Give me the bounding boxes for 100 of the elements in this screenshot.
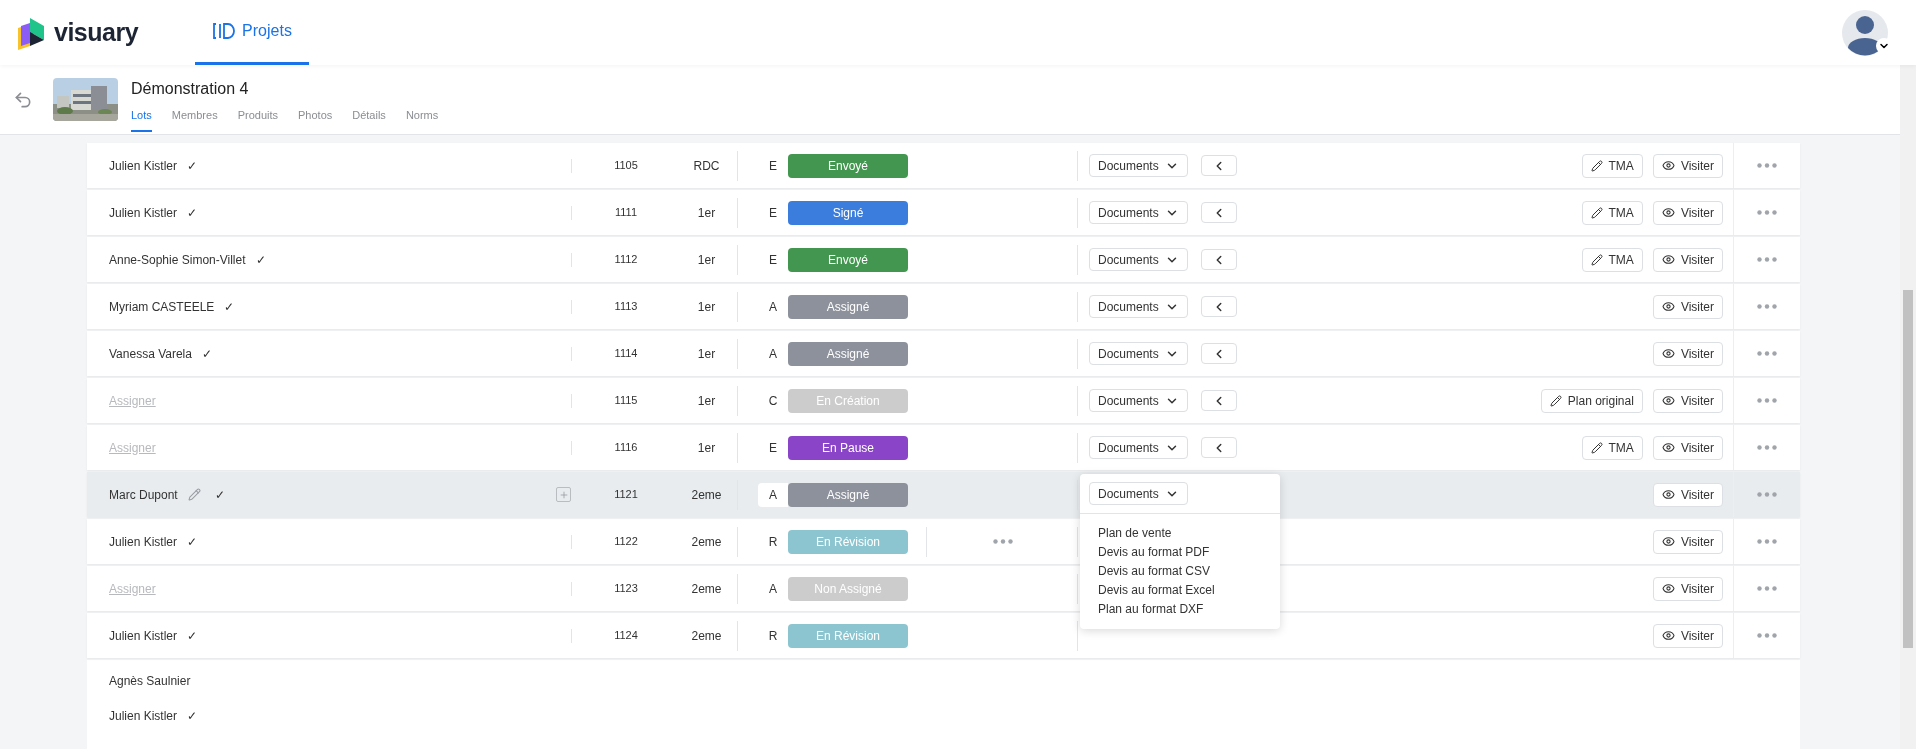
collapse-button[interactable]: [1200, 343, 1237, 364]
pencil-icon: [1590, 253, 1603, 266]
documents-dropdown[interactable]: Documents: [1089, 436, 1188, 459]
eye-icon: [1661, 347, 1675, 360]
status-badge: Envoyé: [788, 153, 908, 178]
documents-dropdown[interactable]: Documents: [1089, 248, 1188, 271]
documents-dropdown[interactable]: Documents: [1089, 295, 1188, 318]
more-icon[interactable]: [1757, 633, 1777, 638]
lot-number: 1123: [614, 582, 638, 595]
menu-item[interactable]: Devis au format Excel: [1098, 581, 1280, 600]
eye-icon: [1661, 488, 1675, 501]
eye-icon: [1661, 582, 1675, 595]
more-icon[interactable]: [1757, 257, 1777, 262]
status-badge: Envoyé: [788, 247, 908, 272]
documents-dropdown[interactable]: Documents: [1089, 154, 1188, 177]
lot-number: 1111: [615, 206, 637, 219]
check-mark: ✓: [187, 157, 198, 175]
add-icon[interactable]: [556, 487, 571, 502]
brackets-icon: [212, 22, 237, 40]
collapse-button[interactable]: [1200, 155, 1237, 176]
project-tab[interactable]: Détails: [352, 106, 386, 133]
more-icon[interactable]: [993, 539, 1013, 544]
table-row[interactable]: Julien Kistler ✓ 1111 1er E Signé Documents TMA Visiter: [87, 190, 1800, 235]
back-icon[interactable]: [13, 89, 33, 110]
collapse-button[interactable]: [1200, 249, 1237, 270]
visit-button[interactable]: Visiter: [1652, 247, 1723, 272]
visit-button[interactable]: Visiter: [1652, 153, 1723, 178]
pencil-icon[interactable]: [187, 488, 201, 501]
eye-icon: [1661, 253, 1675, 266]
menu-item[interactable]: Plan de vente: [1098, 524, 1280, 543]
pencil-icon: [1590, 441, 1603, 454]
menu-item[interactable]: Devis au format PDF: [1098, 543, 1280, 562]
documents-dropdown[interactable]: Documents: [1089, 482, 1188, 505]
status-badge: En Révision: [788, 623, 908, 648]
edit-button[interactable]: TMA: [1581, 200, 1643, 225]
check-mark: ✓: [187, 204, 198, 222]
lot-number: 1113: [614, 300, 638, 313]
status-letter: A: [758, 482, 788, 507]
status-badge: En Révision: [788, 529, 908, 554]
owner-name: Vanessa Varela: [109, 345, 192, 363]
visit-button[interactable]: Visiter: [1652, 623, 1723, 648]
floor-label: 1er: [697, 251, 716, 269]
owner-name: Julien Kistler: [109, 627, 178, 645]
edit-button[interactable]: TMA: [1581, 435, 1643, 460]
lot-number: 1122: [614, 535, 638, 548]
more-icon[interactable]: [1757, 398, 1777, 403]
more-icon[interactable]: [1757, 163, 1777, 168]
documents-dropdown[interactable]: Documents: [1089, 389, 1188, 412]
documents-dropdown[interactable]: Documents: [1089, 342, 1188, 365]
logo-text: visuary: [54, 16, 139, 48]
floor-label: 2eme: [691, 580, 722, 598]
project-tab[interactable]: Produits: [237, 106, 278, 133]
owner-name: Julien Kistler: [109, 708, 178, 725]
visit-button[interactable]: Visiter: [1652, 200, 1723, 225]
floor-label: 1er: [697, 298, 716, 316]
floor-label: 2eme: [691, 533, 722, 551]
collapse-button[interactable]: [1200, 437, 1237, 458]
edit-button[interactable]: TMA: [1581, 247, 1643, 272]
status-badge: En Pause: [788, 435, 908, 460]
more-icon[interactable]: [1757, 586, 1777, 591]
table-row[interactable]: Vanessa Varela ✓ 1114 1er A Assigné Documents Visiter: [87, 331, 1800, 376]
pencil-icon: [1590, 206, 1603, 219]
scrollbar[interactable]: [1900, 65, 1916, 749]
more-icon[interactable]: [1757, 492, 1777, 497]
project-tab[interactable]: Photos: [298, 106, 333, 133]
visit-button[interactable]: Visiter: [1652, 435, 1723, 460]
more-icon[interactable]: [1757, 445, 1777, 450]
project-title: Démonstration 4: [131, 78, 250, 99]
more-icon[interactable]: [1757, 539, 1777, 544]
edit-button[interactable]: TMA: [1581, 153, 1643, 178]
visit-button[interactable]: Visiter: [1652, 482, 1723, 507]
table-row[interactable]: Anne-Sophie Simon-Villet ✓ 1112 1er E Envoyé Documents TMA Visiter: [87, 237, 1800, 282]
user-avatar[interactable]: [1842, 9, 1888, 56]
eye-icon: [1661, 394, 1675, 407]
visit-button[interactable]: Visiter: [1652, 529, 1723, 554]
more-icon[interactable]: [1757, 210, 1777, 215]
eye-icon: [1661, 629, 1675, 642]
visit-button[interactable]: Visiter: [1652, 388, 1723, 413]
edit-button[interactable]: Plan original: [1540, 388, 1643, 413]
project-tab[interactable]: Norms: [405, 106, 439, 133]
visit-button[interactable]: Visiter: [1652, 576, 1723, 601]
collapse-button[interactable]: [1200, 296, 1237, 317]
table-row[interactable]: Julien Kistler ✓ 1105 RDC E Envoyé Documents TMA Visiter: [87, 143, 1800, 188]
project-tab[interactable]: Lots: [131, 106, 152, 133]
table-row[interactable]: Myriam CASTEELE ✓ 1113 1er A Assigné Documents Visiter: [87, 284, 1800, 329]
collapse-button[interactable]: [1200, 202, 1237, 223]
lot-number: 1112: [614, 253, 638, 266]
visit-button[interactable]: Visiter: [1652, 341, 1723, 366]
floor-label: 1er: [697, 204, 716, 222]
project-tab[interactable]: Membres: [171, 106, 218, 133]
floor-label: 2eme: [691, 627, 722, 645]
table-row[interactable]: Julien Kistler ✓ 1124 2eme R En Révision Visiter: [87, 613, 1800, 658]
status-badge: Assigné: [788, 482, 908, 507]
visit-button[interactable]: Visiter: [1652, 294, 1723, 319]
check-mark: ✓: [201, 345, 212, 363]
table-row[interactable]: Assigner 1116 1er E En Pause Documents TMA Visiter: [87, 425, 1800, 470]
more-icon[interactable]: [1757, 304, 1777, 309]
documents-dropdown[interactable]: Documents: [1089, 201, 1188, 224]
collapse-button[interactable]: [1200, 390, 1237, 411]
more-icon[interactable]: [1757, 351, 1777, 356]
